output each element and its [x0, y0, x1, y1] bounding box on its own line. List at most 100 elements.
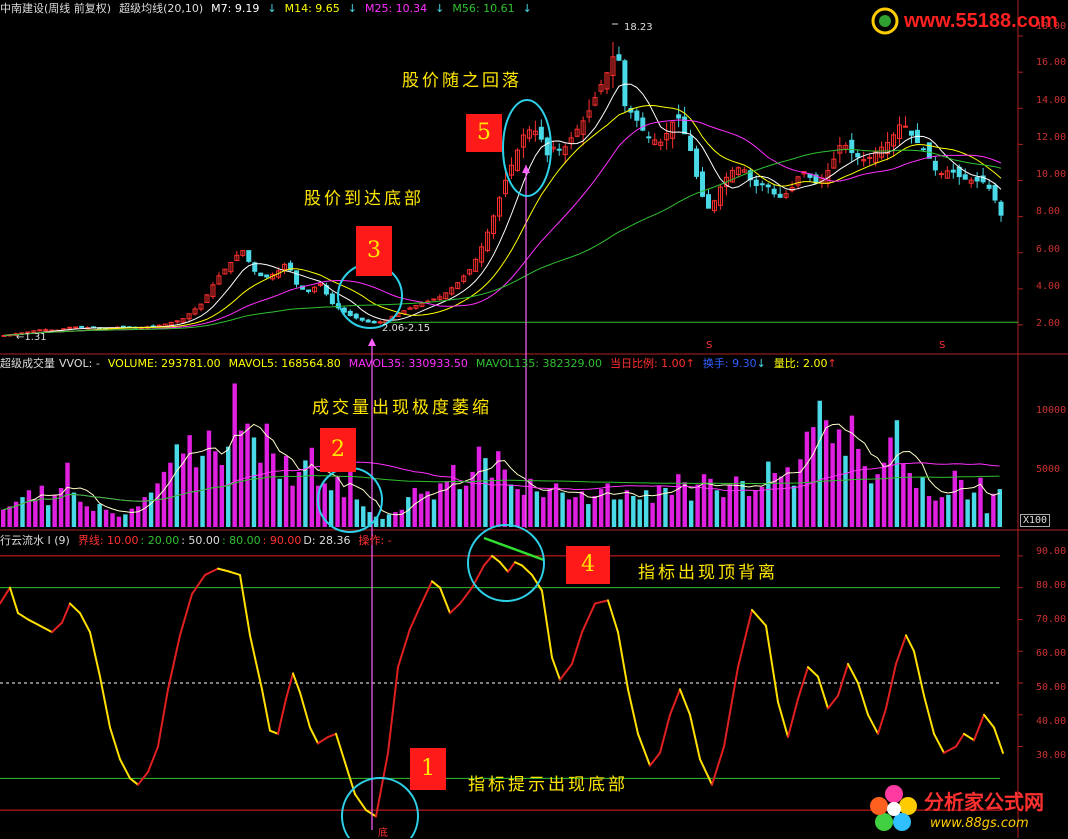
volume-bar [476, 446, 482, 527]
osc-segment [27, 618, 41, 627]
candle-body [73, 326, 79, 329]
volume-bar [71, 492, 77, 527]
signal-marker: S [939, 340, 946, 351]
volume-bar [33, 499, 38, 527]
osc-segment [659, 713, 671, 754]
osc-v50: : 50.00 [181, 534, 220, 547]
candle-body [294, 270, 300, 285]
m14-arrow: ↓ [347, 2, 357, 15]
volume-bar [946, 494, 951, 527]
candle-body [431, 298, 437, 301]
volume-bar [811, 427, 816, 527]
volume-bar [618, 499, 623, 527]
volume-bar [997, 489, 1002, 527]
osc-segment [9, 586, 19, 615]
volume-bar [52, 494, 57, 527]
volume-bar [759, 486, 765, 527]
candle-body [938, 173, 944, 176]
osc-segment [723, 666, 739, 748]
volume-bar [110, 513, 115, 527]
m14-value: M14: 9.65 [284, 2, 340, 15]
volume-bar [168, 462, 173, 527]
osc-segment [309, 726, 319, 745]
mavol35-value: MAVOL35: 330933.50 [348, 357, 468, 370]
osc-segment [269, 729, 279, 735]
osc-segment [375, 751, 389, 818]
candle-body [992, 184, 998, 201]
low-start-label: ←1.31 [16, 332, 47, 343]
volume-bar [881, 462, 887, 527]
volume-bar [431, 499, 437, 527]
volume-bar [573, 497, 578, 527]
osc-segment [699, 758, 713, 786]
osc-segment [397, 627, 411, 669]
osc-segment [963, 732, 975, 742]
volume-bar [817, 400, 822, 527]
volume-bar [46, 505, 51, 527]
circle-price-top [502, 99, 552, 197]
volume-bar [901, 463, 906, 527]
price-tick: 8.00 [1036, 206, 1061, 217]
candle-body [682, 116, 688, 135]
volume-bar [875, 474, 880, 527]
volume-bar [251, 437, 257, 527]
osc-segment [514, 561, 523, 567]
volume-bar [271, 453, 276, 527]
price-tick: 16.00 [1036, 57, 1067, 68]
price-header: 中南建设(周线 前复权) 超级均线(20,10) M7: 9.19 ↓ M14: 9.6… [0, 1, 540, 17]
logo-88gs: 分析家公式网 www.88gs.com [868, 778, 1068, 838]
volume-bar [766, 461, 771, 527]
volume-bar [335, 476, 340, 527]
volume-bar [155, 483, 160, 527]
osc-segment [905, 634, 915, 653]
osc-segment [191, 573, 206, 596]
m56-arrow: ↓ [522, 2, 532, 15]
flower-icon [870, 785, 917, 831]
volume-bar [412, 487, 417, 527]
callout-5: 股价随之回落 [402, 71, 522, 91]
volume-bar [193, 467, 199, 527]
osc-v90: : 90.00 [262, 534, 302, 547]
volume-bar [174, 444, 180, 527]
osc-segment [933, 732, 945, 754]
volume-bar [714, 490, 720, 527]
volume-bar [219, 465, 225, 527]
volume-bar [823, 420, 829, 527]
volume-bar [354, 499, 360, 527]
osc-segment [993, 726, 1004, 754]
candle-body [694, 148, 700, 177]
osc-segment [499, 561, 509, 573]
osc-segment [895, 634, 907, 665]
mavol135-value: MAVOL135: 382329.00 [475, 357, 602, 370]
osc-segment [354, 793, 367, 812]
price-tick: 12.00 [1036, 132, 1067, 143]
volume-bar [958, 479, 964, 527]
volume-bar [913, 487, 919, 527]
osc-segment [827, 694, 839, 710]
volume-bar [637, 499, 642, 527]
volume-bar [283, 455, 289, 527]
volume-bar [380, 518, 385, 527]
osc-segment [277, 697, 287, 735]
volume-bar [894, 420, 900, 527]
volume-tick: 10000 [1036, 405, 1067, 416]
volume-bar [187, 435, 192, 527]
osc-segment [837, 662, 849, 697]
price-tick: 14.00 [1036, 95, 1067, 106]
osc-v20: : 20.00 [140, 534, 180, 547]
osc-segment [491, 554, 501, 564]
volume-bar [926, 496, 932, 527]
volume-bar [605, 483, 610, 527]
osc-segment [17, 612, 29, 621]
volume-bar [26, 490, 32, 527]
price-tick: 6.00 [1036, 244, 1061, 255]
liangbi-arrow: ↑ [827, 357, 837, 370]
volume-bar [579, 491, 585, 527]
m25-value: M25: 10.34 [364, 2, 428, 15]
candle-body [37, 329, 43, 332]
volume-bar [264, 423, 270, 527]
volume-bar [611, 499, 617, 527]
osc-segment [571, 631, 583, 665]
osc-segment [617, 631, 629, 691]
signal-marker: S [706, 340, 713, 351]
